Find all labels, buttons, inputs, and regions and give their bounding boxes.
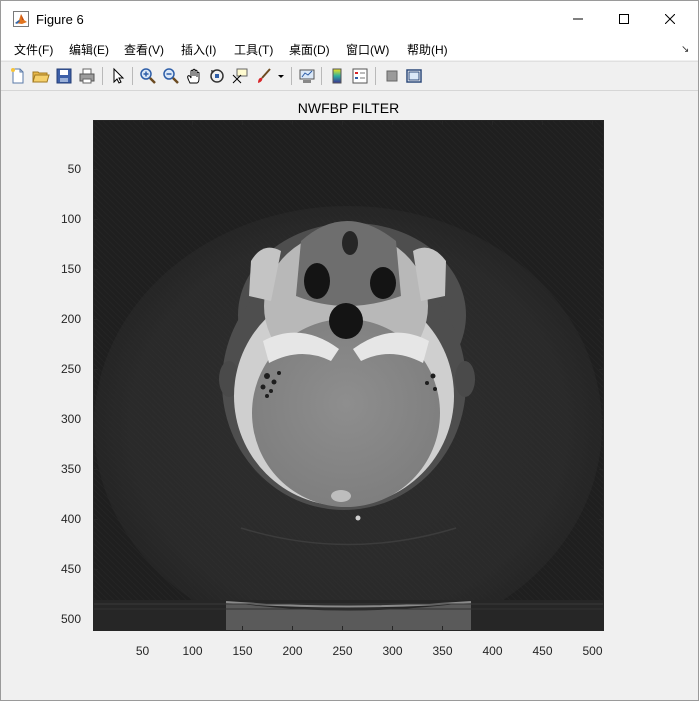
ct-image bbox=[93, 120, 604, 631]
x-tick-label: 50 bbox=[135, 644, 150, 658]
menu-bar: 文件(F) 编辑(E) 查看(V) 插入(I) 工具(T) 桌面(D) 窗口(W… bbox=[1, 37, 698, 60]
close-button[interactable] bbox=[647, 1, 693, 37]
zoom-out-icon[interactable] bbox=[162, 67, 180, 85]
menu-window[interactable]: 窗口(W) bbox=[346, 41, 389, 58]
x-tick-label: 400 bbox=[482, 644, 503, 658]
matlab-icon bbox=[13, 11, 29, 27]
window-title: Figure 6 bbox=[36, 12, 84, 27]
edit-plot-icon[interactable] bbox=[109, 67, 127, 85]
close-icon bbox=[665, 14, 675, 24]
axes-title: NWFBP FILTER bbox=[297, 100, 400, 116]
brush-dropdown-icon[interactable] bbox=[275, 67, 287, 85]
link-plot-icon[interactable] bbox=[298, 67, 316, 85]
y-tick-label: 150 bbox=[60, 261, 81, 276]
new-figure-icon[interactable] bbox=[9, 67, 27, 85]
print-icon[interactable] bbox=[78, 67, 96, 85]
menu-tools[interactable]: 工具(T) bbox=[234, 41, 273, 58]
menu-file[interactable]: 文件(F) bbox=[14, 41, 53, 58]
y-tick-label: 250 bbox=[60, 361, 81, 376]
rotate-3d-icon[interactable] bbox=[208, 67, 226, 85]
show-plot-tools-icon[interactable] bbox=[405, 67, 423, 85]
y-tick-label: 100 bbox=[60, 211, 81, 226]
title-bar[interactable]: Figure 6 bbox=[1, 1, 698, 37]
x-tick-label: 150 bbox=[232, 644, 253, 658]
insert-legend-icon[interactable] bbox=[351, 67, 369, 85]
open-file-icon[interactable] bbox=[32, 67, 50, 85]
x-tick-label: 300 bbox=[382, 644, 403, 658]
x-tick-label: 450 bbox=[532, 644, 553, 658]
y-tick-label: 350 bbox=[60, 461, 81, 476]
brush-icon[interactable] bbox=[255, 67, 273, 85]
figure-window: Figure 6 文件(F) 编辑(E) 查看(V) 插入(I) 工具(T) 桌… bbox=[0, 0, 699, 701]
y-tick-label: 500 bbox=[60, 611, 81, 626]
hide-plot-tools-icon[interactable] bbox=[383, 67, 401, 85]
maximize-icon bbox=[619, 14, 629, 24]
x-tick-label: 200 bbox=[282, 644, 303, 658]
minimize-button[interactable] bbox=[555, 1, 601, 37]
y-tick-label: 400 bbox=[60, 511, 81, 526]
menu-help[interactable]: 帮助(H) bbox=[407, 41, 448, 58]
figure-toolbar bbox=[1, 61, 698, 91]
zoom-in-icon[interactable] bbox=[139, 67, 157, 85]
x-tick-label: 250 bbox=[332, 644, 353, 658]
dock-figure-icon[interactable]: ↘ bbox=[681, 44, 689, 55]
menu-desktop[interactable]: 桌面(D) bbox=[289, 41, 330, 58]
axes-canvas[interactable] bbox=[1, 91, 698, 700]
save-icon[interactable] bbox=[55, 67, 73, 85]
minimize-icon bbox=[573, 18, 583, 20]
insert-colorbar-icon[interactable] bbox=[328, 67, 346, 85]
x-tick-label: 100 bbox=[182, 644, 203, 658]
y-tick-label: 450 bbox=[60, 561, 81, 576]
menu-insert[interactable]: 插入(I) bbox=[181, 41, 216, 58]
pan-icon[interactable] bbox=[185, 67, 203, 85]
menu-view[interactable]: 查看(V) bbox=[124, 41, 164, 58]
figure-area: NWFBP FILTER 50 100 150 200 250 300 350 400 450 5… bbox=[1, 91, 698, 700]
y-tick-label: 300 bbox=[60, 411, 81, 426]
y-tick-label: 200 bbox=[60, 311, 81, 326]
maximize-button[interactable] bbox=[601, 1, 647, 37]
x-tick-label: 500 bbox=[582, 644, 603, 658]
data-cursor-icon[interactable] bbox=[231, 67, 249, 85]
y-tick-label: 50 bbox=[67, 161, 81, 176]
x-tick-label: 350 bbox=[432, 644, 453, 658]
menu-edit[interactable]: 编辑(E) bbox=[69, 41, 109, 58]
